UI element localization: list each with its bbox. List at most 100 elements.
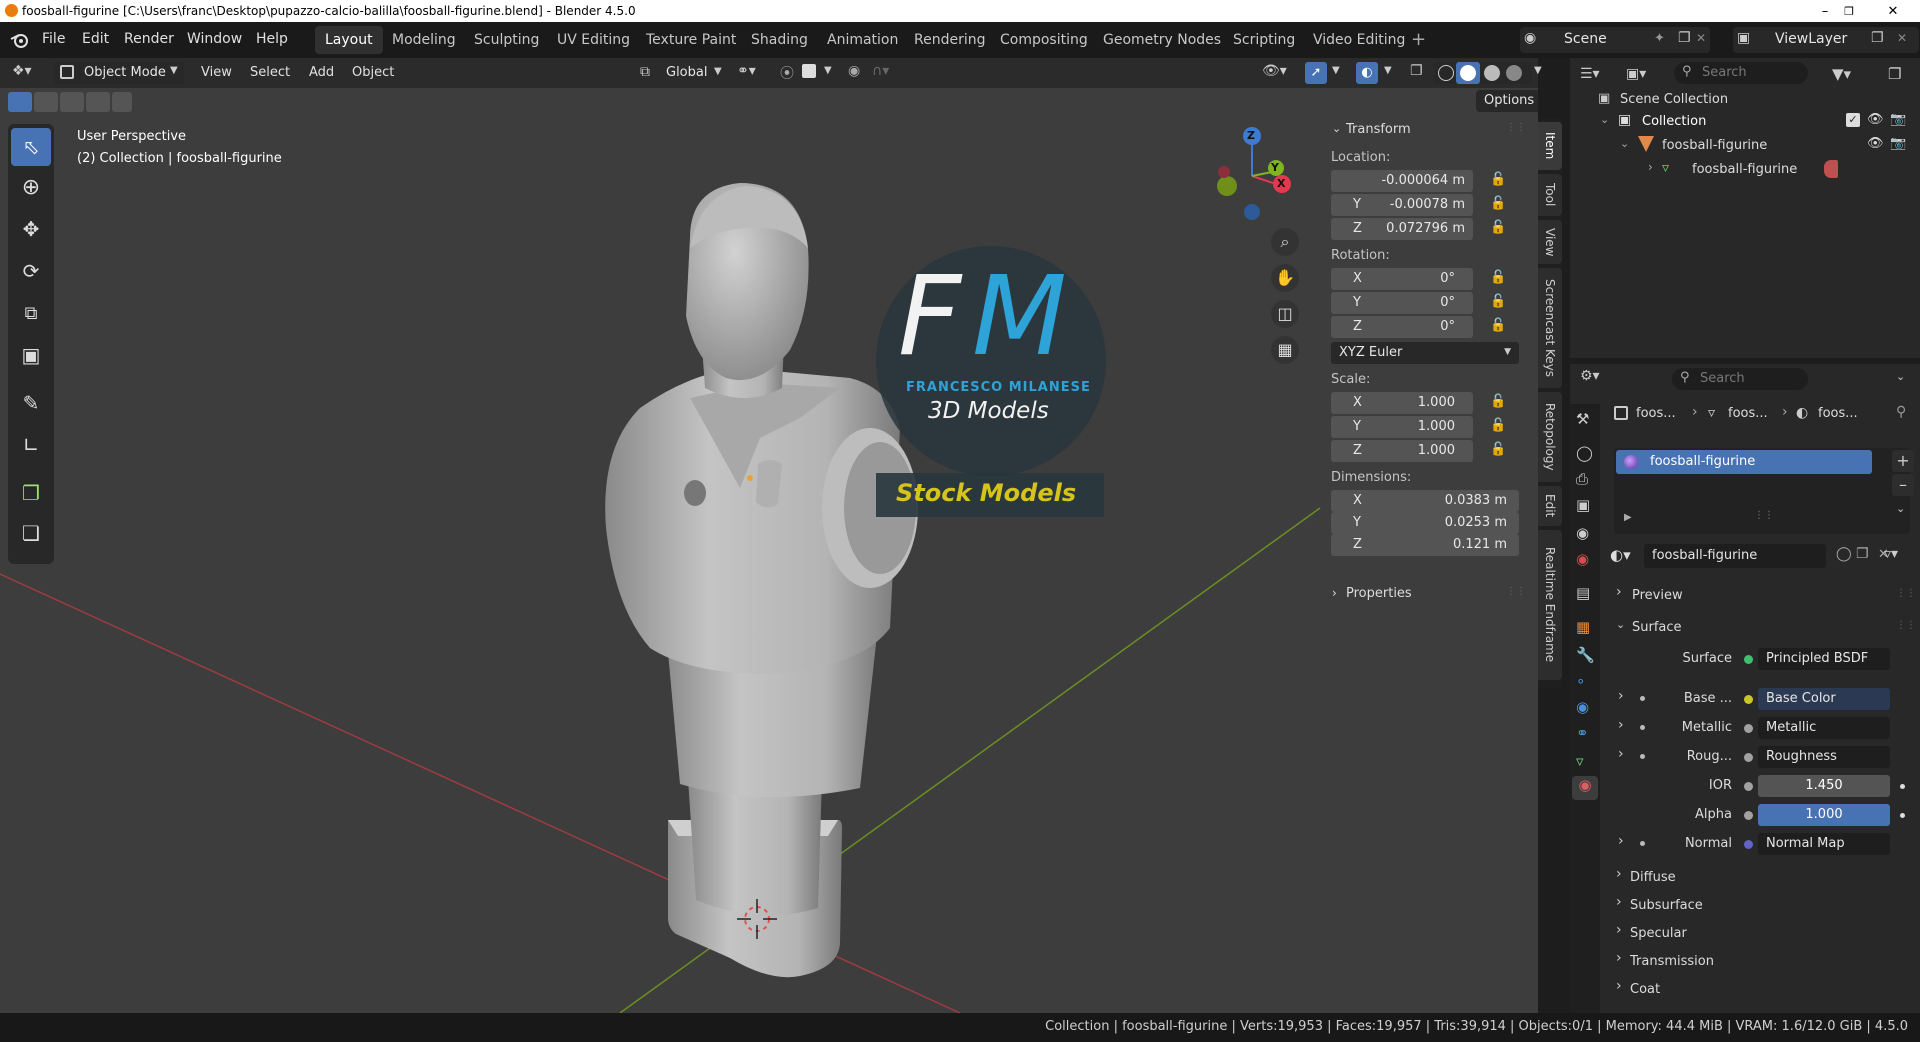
falloff-icon[interactable]: ∩▾ xyxy=(872,63,889,79)
subpanel-subsurface[interactable]: › Subsurface xyxy=(1608,894,1914,918)
particles-tab-icon[interactable]: ∘ xyxy=(1576,672,1585,690)
object-tab-icon[interactable]: ▦ xyxy=(1576,618,1590,636)
menu-render[interactable]: Render xyxy=(124,31,174,47)
chevron-down-icon[interactable]: ⌄ xyxy=(1896,370,1905,383)
tab-view[interactable]: View xyxy=(1538,220,1562,264)
select-box-tool[interactable]: ⬁ xyxy=(11,128,51,166)
snap-target-icon[interactable] xyxy=(802,64,816,78)
tab-rendering[interactable]: Rendering xyxy=(904,26,996,54)
lock-icon[interactable]: 🔓 xyxy=(1490,318,1506,333)
transform-tool[interactable]: ▣ xyxy=(11,336,51,374)
xray-toggle-icon[interactable]: ❐ xyxy=(1410,63,1423,79)
properties-expander-icon[interactable]: › xyxy=(1332,586,1337,600)
mode-selector[interactable]: Object Mode ▼ xyxy=(54,62,184,84)
solid-shading-icon[interactable] xyxy=(1456,62,1480,84)
socket-icon[interactable] xyxy=(1744,724,1753,733)
filter-icon[interactable]: ▼▾ xyxy=(1832,65,1851,83)
close-icon[interactable]: ✕ xyxy=(1870,0,1916,22)
camera-icon[interactable]: 📷 xyxy=(1890,112,1906,127)
delete-scene-icon[interactable]: ✕ xyxy=(1696,31,1706,45)
tab-item[interactable]: Item xyxy=(1538,122,1562,170)
chevron-right-icon[interactable]: › xyxy=(1618,833,1624,849)
material-shading-icon[interactable] xyxy=(1484,65,1500,81)
tab-realtime-endframe[interactable]: Realtime Endframe xyxy=(1538,530,1562,680)
tab-modeling[interactable]: Modeling xyxy=(382,26,466,54)
dimension-x-field[interactable]: X 0.0383 m xyxy=(1331,490,1519,512)
new-scene-icon[interactable]: ❐ xyxy=(1678,30,1691,46)
lock-icon[interactable]: 🔓 xyxy=(1490,294,1506,309)
rendered-shading-icon[interactable] xyxy=(1506,65,1522,81)
properties-editor-icon[interactable]: ⚙▾ xyxy=(1580,368,1600,384)
view-layer-tab-icon[interactable]: ▣ xyxy=(1576,496,1590,514)
chevron-down-icon[interactable]: ▼ xyxy=(1332,65,1340,76)
wireframe-shading-icon[interactable] xyxy=(1438,65,1454,81)
keyframe-icon[interactable] xyxy=(1900,784,1905,789)
add-slot-icon[interactable]: + xyxy=(1892,450,1914,472)
tab-retopology[interactable]: Retopology xyxy=(1538,392,1562,482)
chevron-down-icon[interactable]: ▼ xyxy=(824,65,832,76)
constraints-tab-icon[interactable]: ⚭ xyxy=(1576,724,1589,742)
scale-x-field[interactable]: X 1.000 xyxy=(1331,392,1473,414)
menu-object[interactable]: Object xyxy=(352,65,394,80)
socket-icon[interactable] xyxy=(1744,840,1753,849)
menu-view[interactable]: View xyxy=(201,65,232,80)
preview-panel-header[interactable]: › Preview ⋮⋮ xyxy=(1608,584,1916,608)
keyframe-icon[interactable] xyxy=(1900,813,1905,818)
socket-icon[interactable] xyxy=(1744,753,1753,762)
physics-tab-icon[interactable]: ◉ xyxy=(1576,698,1589,716)
dimension-z-field[interactable]: Z 0.121 m xyxy=(1331,534,1519,556)
lock-icon[interactable]: 🔓 xyxy=(1490,442,1506,457)
outliner-editor-icon[interactable]: ☰▾ xyxy=(1580,66,1600,82)
pan-icon[interactable]: ✋ xyxy=(1271,264,1299,292)
snap-icon[interactable]: ⦿ xyxy=(780,63,794,83)
drag-handle-icon[interactable]: ⋮⋮ xyxy=(1896,620,1916,631)
measure-tool[interactable]: ∟ xyxy=(11,426,51,464)
chevron-down-icon[interactable]: ⌄ xyxy=(1620,137,1629,150)
add-cube-tool[interactable]: ❐ xyxy=(11,474,51,512)
scene-selector[interactable]: ◉ Scene ✦ ❐ ✕ xyxy=(1520,27,1710,53)
menu-help[interactable]: Help xyxy=(256,31,288,47)
menu-window[interactable]: Window xyxy=(187,31,242,47)
eye-icon[interactable]: 👁 xyxy=(1867,136,1884,151)
drag-handle-icon[interactable]: ⋮⋮ xyxy=(1896,588,1916,599)
tab-screencast-keys[interactable]: Screencast Keys xyxy=(1538,268,1562,388)
transform-expander-icon[interactable]: ⌄ xyxy=(1332,122,1341,135)
new-collection-icon[interactable]: ❐ xyxy=(1888,65,1901,83)
camera-view-icon[interactable]: ◫ xyxy=(1271,300,1299,328)
tab-sculpting[interactable]: Sculpting xyxy=(464,26,549,54)
tab-shading[interactable]: Shading xyxy=(741,26,818,54)
lock-icon[interactable]: 🔓 xyxy=(1490,172,1506,187)
tab-geometry-nodes[interactable]: Geometry Nodes xyxy=(1093,26,1231,54)
camera-icon[interactable]: 📷 xyxy=(1890,136,1906,151)
fake-user-icon[interactable]: ◯ xyxy=(1836,546,1852,562)
data-tab-icon[interactable]: ▿ xyxy=(1576,752,1584,770)
tab-uv-editing[interactable]: UV Editing xyxy=(547,26,640,54)
blender-logo-icon[interactable] xyxy=(10,31,30,49)
properties-search[interactable]: ⚲ Search xyxy=(1672,368,1808,390)
menu-edit[interactable]: Edit xyxy=(82,31,109,47)
input-link-dropdown[interactable]: Normal Map xyxy=(1758,833,1890,855)
subpanel-coat[interactable]: › Coat xyxy=(1608,978,1914,1002)
subpanel-transmission[interactable]: › Transmission xyxy=(1608,950,1914,974)
chevron-right-icon[interactable]: › xyxy=(1618,717,1624,733)
lock-icon[interactable]: 🔓 xyxy=(1490,394,1506,409)
tool-tab-icon[interactable]: ⚒ xyxy=(1576,410,1589,428)
add-workspace-icon[interactable]: + xyxy=(1411,29,1426,50)
outliner-row-scene-collection[interactable]: ▣ Scene Collection xyxy=(1570,88,1920,110)
select-intersect-icon[interactable] xyxy=(112,92,132,112)
drag-handle-icon[interactable]: ⋮⋮ xyxy=(1506,122,1526,133)
options-button[interactable]: Options ▼ xyxy=(1476,90,1538,112)
chevron-down-icon[interactable]: ▼ xyxy=(1384,65,1392,76)
pin-icon[interactable]: ✦ xyxy=(1654,31,1665,46)
ortho-toggle-icon[interactable]: ▦ xyxy=(1271,336,1299,364)
tab-tool[interactable]: Tool xyxy=(1538,174,1562,216)
output-tab-icon[interactable]: ⎙ xyxy=(1576,470,1588,488)
socket-icon[interactable] xyxy=(1744,782,1753,791)
tab-layout[interactable]: Layout xyxy=(315,26,383,54)
pin-icon[interactable]: ⚲ xyxy=(1896,404,1906,420)
move-tool[interactable]: ✥ xyxy=(11,210,51,248)
new-viewlayer-icon[interactable]: ❐ xyxy=(1871,30,1884,46)
menu-file[interactable]: File xyxy=(42,31,65,47)
scale-y-field[interactable]: Y 1.000 xyxy=(1331,416,1473,438)
material-datablock[interactable]: ◐▾ foosball-figurine ◯ ❐ ✕ xyxy=(1608,544,1908,568)
